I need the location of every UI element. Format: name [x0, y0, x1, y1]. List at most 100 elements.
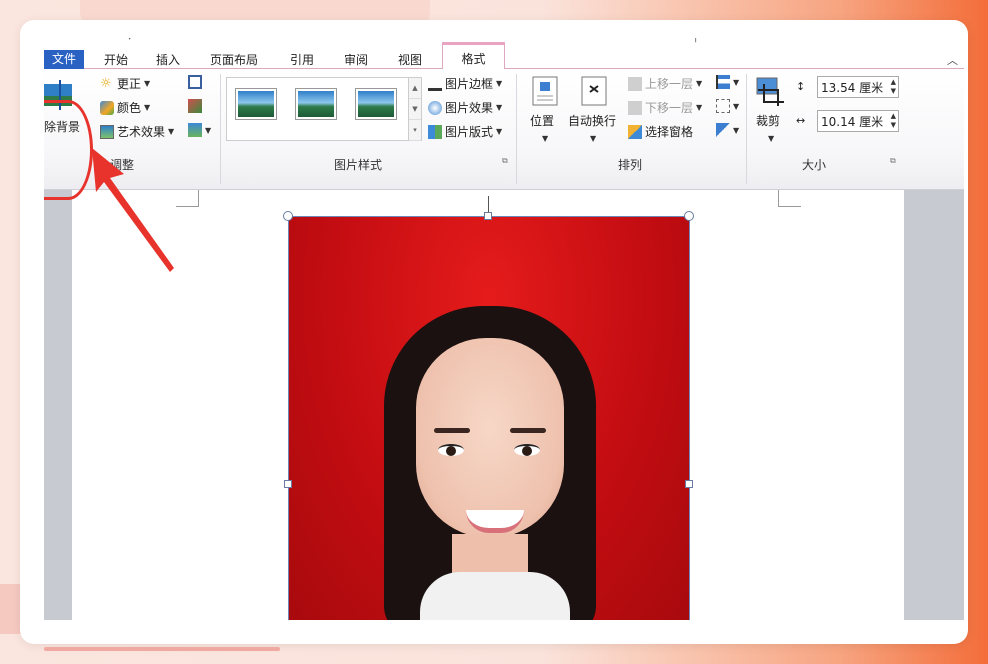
spinner-arrows-icon[interactable]: ▲ ▼ — [891, 112, 896, 130]
scroll-down-icon[interactable]: ▼ — [409, 99, 421, 120]
picture-effects-button[interactable]: 图片效果 ▼ — [428, 99, 502, 116]
photo-face — [416, 338, 564, 538]
dialog-launcher-icon[interactable]: ⧉ — [502, 156, 508, 166]
photo-eye — [514, 444, 540, 456]
picture-layout-button[interactable]: 图片版式 ▼ — [428, 123, 502, 140]
align-button[interactable]: ▼ — [716, 75, 739, 89]
picture-effects-label: 图片效果 — [445, 101, 494, 115]
height-input[interactable]: 13.54 厘米 ▲ ▼ — [817, 76, 899, 98]
tab-format[interactable]: 格式 — [442, 42, 505, 69]
picture-styles-gallery[interactable]: ▲ ▼ ▾ — [226, 77, 422, 141]
photo-eyebrow — [434, 428, 470, 433]
crop-button[interactable]: 裁剪 ▼ — [754, 76, 790, 148]
color-button[interactable]: 颜色 ▼ — [100, 99, 150, 116]
color-label: 颜色 — [117, 101, 142, 115]
picture-border-label: 图片边框 — [445, 77, 494, 91]
spinner-arrows-icon[interactable]: ▲ ▼ — [891, 78, 896, 96]
quick-access-toolbar[interactable]: ↶ ↷ ▾ — [104, 38, 132, 43]
photo-collar — [420, 572, 570, 620]
gallery-scrollbar[interactable]: ▲ ▼ ▾ — [408, 78, 421, 141]
selection-pane-icon — [628, 124, 642, 139]
group-button[interactable]: ▼ — [716, 99, 739, 113]
send-backward-icon — [628, 100, 642, 115]
resize-handle[interactable] — [284, 480, 292, 488]
dropdown-arrow-icon: ▼ — [733, 125, 740, 135]
resize-handle[interactable] — [283, 211, 293, 221]
dropdown-arrow-icon: ▼ — [144, 79, 151, 88]
screenshot-card: ↶ ↷ ▾ | 文件 开始 插入 页面布局 引用 审阅 视图 格式 ︿ 除背景 … — [20, 20, 968, 644]
collapse-ribbon-icon[interactable]: ︿ — [947, 52, 958, 68]
background-decoration — [44, 647, 280, 651]
selection-border — [288, 216, 289, 620]
change-picture-button[interactable] — [188, 99, 202, 113]
more-icon[interactable]: ▾ — [409, 120, 421, 141]
bring-forward-button[interactable]: 上移一层 ▼ — [628, 75, 702, 92]
wrap-text-label: 自动换行 — [568, 114, 617, 128]
dropdown-arrow-icon: ▼ — [496, 127, 503, 136]
tab-review[interactable]: 审阅 — [336, 52, 376, 68]
picture-style-thumbnail[interactable] — [295, 88, 337, 120]
group-separator — [746, 74, 747, 184]
send-backward-button[interactable]: 下移一层 ▼ — [628, 99, 702, 116]
tab-references[interactable]: 引用 — [282, 52, 322, 68]
scroll-up-icon[interactable]: ▲ — [409, 78, 421, 99]
reset-picture-button[interactable]: ▼ — [188, 123, 211, 137]
dropdown-arrow-icon: ▼ — [144, 103, 151, 112]
size-group-label: 大小 — [802, 158, 827, 172]
rotate-button[interactable]: ▼ — [716, 123, 739, 137]
corrections-button[interactable]: ☼ 更正 ▼ — [100, 75, 150, 92]
tab-page-layout[interactable]: 页面布局 — [202, 52, 266, 68]
height-icon: ↕ — [796, 80, 806, 93]
resize-handle[interactable] — [684, 211, 694, 221]
dropdown-arrow-icon: ▼ — [733, 101, 740, 111]
color-icon — [100, 100, 114, 115]
artistic-effects-icon — [100, 124, 114, 139]
picture-border-button[interactable]: 图片边框 ▼ — [428, 75, 502, 92]
dropdown-arrow-icon: ▼ — [768, 134, 775, 143]
picture-effects-icon — [428, 100, 442, 115]
word-window: ↶ ↷ ▾ | 文件 开始 插入 页面布局 引用 审阅 视图 格式 ︿ 除背景 … — [44, 38, 964, 620]
position-button[interactable]: 位置 ▼ — [528, 76, 564, 148]
crop-label: 裁剪 — [756, 114, 781, 128]
width-input[interactable]: 10.14 厘米 ▲ ▼ — [817, 110, 899, 132]
position-label: 位置 — [530, 114, 555, 128]
dialog-launcher-icon[interactable]: ⧉ — [890, 156, 896, 166]
dropdown-arrow-icon: ▼ — [696, 103, 703, 112]
dropdown-arrow-icon: ▼ — [590, 134, 597, 143]
pencil-icon — [428, 77, 442, 91]
wrap-text-button[interactable]: 自动换行 ▼ — [568, 76, 620, 148]
corrections-label: 更正 — [117, 77, 142, 91]
picture-style-thumbnail[interactable] — [235, 88, 277, 120]
dropdown-arrow-icon: ▼ — [496, 103, 503, 112]
picture-style-thumbnail[interactable] — [355, 88, 397, 120]
width-icon: ↔ — [796, 114, 806, 127]
change-picture-icon — [188, 99, 202, 113]
align-icon — [716, 75, 730, 89]
picture-layout-icon — [428, 124, 442, 139]
selected-photo[interactable] — [288, 216, 690, 620]
rotate-icon — [716, 123, 730, 137]
tab-home[interactable]: 开始 — [96, 52, 136, 68]
photo-eyebrow — [510, 428, 546, 433]
dropdown-arrow-icon: ▼ — [205, 125, 212, 135]
resize-handle[interactable] — [685, 480, 693, 488]
tab-insert[interactable]: 插入 — [148, 52, 188, 68]
crop-icon — [756, 77, 784, 106]
group-icon — [716, 99, 730, 113]
compress-pictures-button[interactable] — [188, 75, 202, 89]
dropdown-arrow-icon: ▼ — [696, 79, 703, 88]
resize-handle[interactable] — [484, 212, 492, 220]
dropdown-arrow-icon: ▼ — [733, 77, 740, 87]
wrap-text-icon — [581, 76, 607, 106]
tab-file[interactable]: 文件 — [44, 50, 84, 69]
group-separator — [220, 74, 221, 184]
dropdown-arrow-icon: ▼ — [542, 134, 549, 143]
ribbon-tab-bar: ↶ ↷ ▾ | 文件 开始 插入 页面布局 引用 审阅 视图 格式 ︿ — [44, 38, 964, 69]
width-value: 10.14 厘米 — [821, 115, 884, 129]
dropdown-arrow-icon: ▼ — [496, 79, 503, 88]
tab-view[interactable]: 视图 — [390, 52, 430, 68]
selection-pane-button[interactable]: 选择窗格 — [628, 123, 693, 140]
picture-layout-label: 图片版式 — [445, 125, 494, 139]
group-separator — [516, 74, 517, 184]
selection-border — [689, 216, 690, 620]
